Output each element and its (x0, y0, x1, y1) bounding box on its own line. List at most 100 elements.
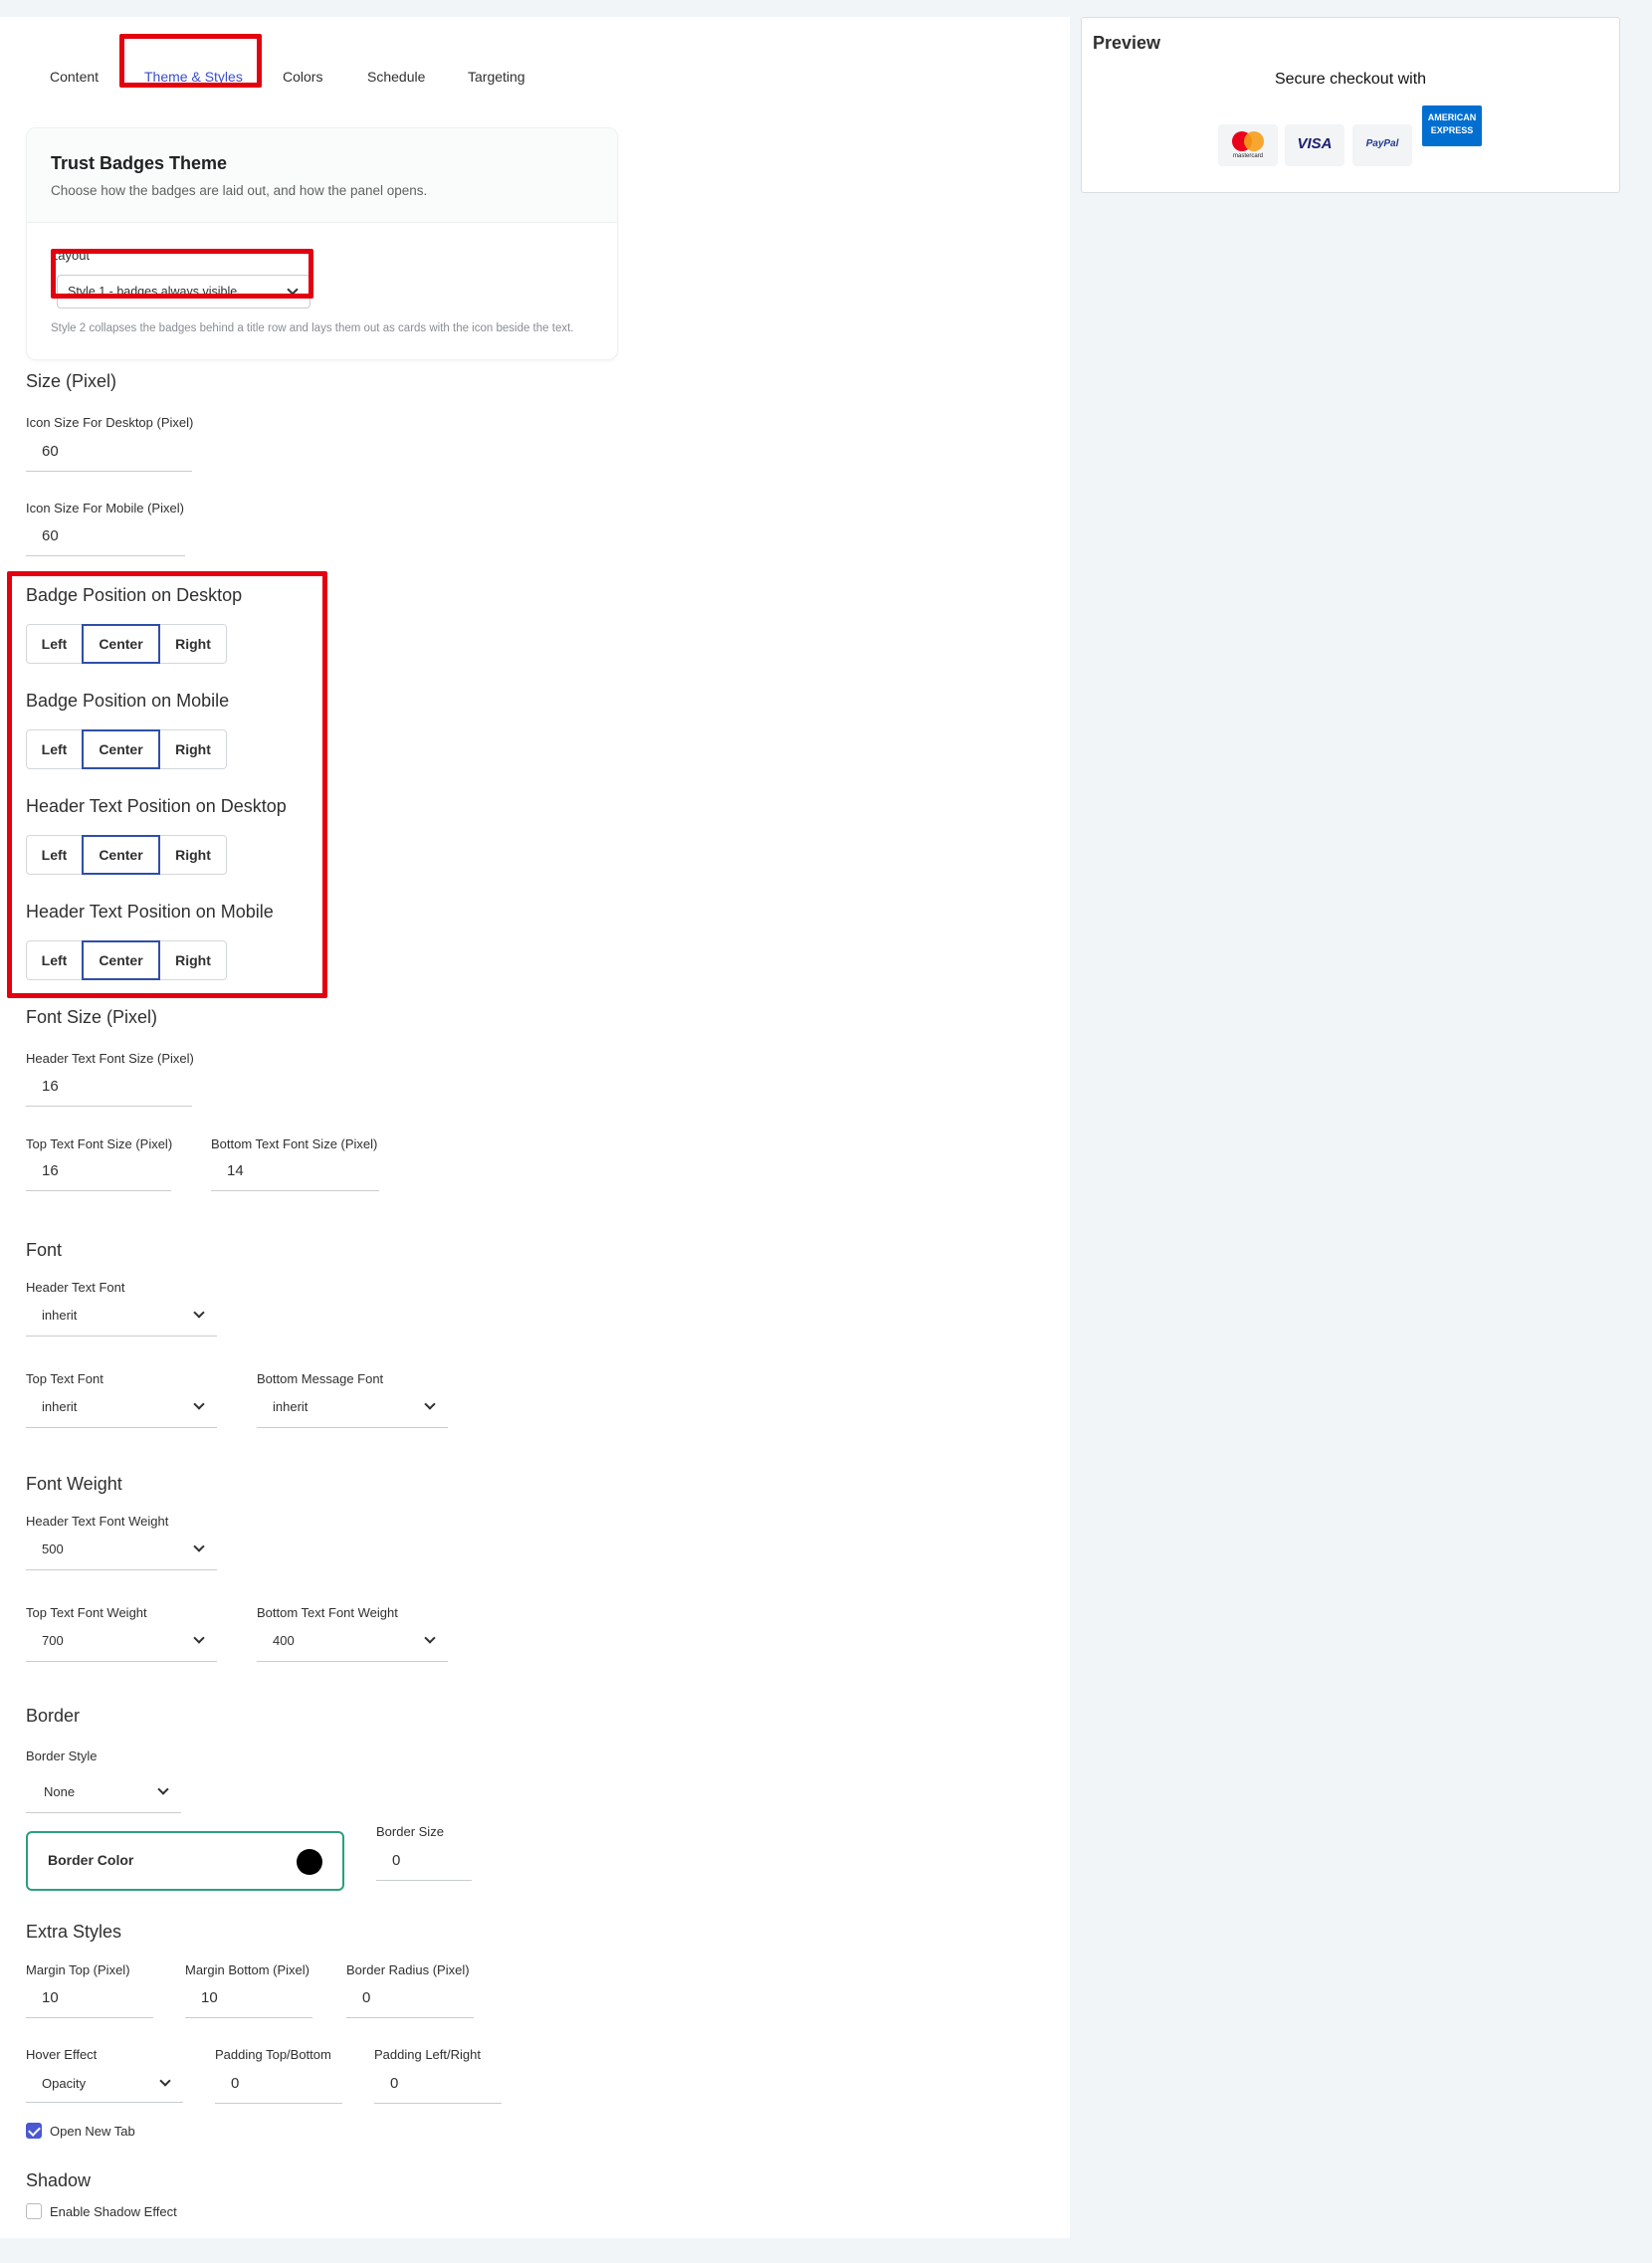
border-color-label: Border Color (48, 1852, 134, 1868)
open-new-tab-checkbox[interactable] (26, 2123, 42, 2139)
margin-bottom-input[interactable]: 10 (185, 1982, 312, 2018)
size-section-title: Size (Pixel) (26, 371, 117, 391)
chevron-down-icon (424, 1632, 436, 1644)
border-color-picker[interactable]: Border Color (26, 1831, 344, 1891)
shadow-section-title: Shadow (26, 2170, 92, 2190)
layout-hint: Style 2 collapses the badges behind a ti… (51, 322, 574, 334)
padding-lr-label: Padding Left/Right (374, 2047, 481, 2062)
font-weight-section-title: Font Weight (26, 1474, 122, 1494)
header-font-size-label: Header Text Font Size (Pixel) (26, 1051, 194, 1066)
top-font-size-input[interactable]: 16 (26, 1155, 171, 1191)
bottom-font-value: inherit (273, 1399, 309, 1414)
bottom-font-weight-value: 400 (273, 1633, 295, 1648)
chevron-down-icon (193, 1541, 205, 1552)
top-font-select[interactable]: inherit (26, 1388, 217, 1428)
border-style-label: Border Style (26, 1749, 98, 1763)
font-section-title: Font (26, 1240, 63, 1260)
chevron-down-icon (424, 1398, 436, 1410)
bottom-font-select[interactable]: inherit (257, 1388, 448, 1428)
badge-position-desktop-center[interactable]: Center (82, 624, 160, 664)
enable-shadow-checkbox[interactable] (26, 2203, 42, 2219)
border-section-title: Border (26, 1706, 81, 1726)
icon-size-desktop-input[interactable]: 60 (26, 436, 192, 472)
preview-title: Preview (1093, 33, 1161, 53)
extra-styles-section-title: Extra Styles (26, 1922, 122, 1942)
bottom-font-label: Bottom Message Font (257, 1371, 384, 1386)
header-position-desktop-center[interactable]: Center (82, 835, 160, 875)
visa-text: VISA (1297, 135, 1333, 152)
hover-effect-value: Opacity (42, 2076, 87, 2091)
highlight-tab-box (119, 34, 262, 88)
open-new-tab-label: Open New Tab (50, 2124, 135, 2139)
tab-colors[interactable]: Colors (283, 69, 322, 85)
bottom-font-size-value: 14 (227, 1162, 244, 1179)
border-size-label: Border Size (376, 1824, 444, 1839)
chevron-down-icon (193, 1398, 205, 1410)
settings-panel: Content Theme & Styles Colors Schedule T… (0, 17, 1070, 2238)
header-font-size-input[interactable]: 16 (26, 1071, 192, 1107)
margin-bottom-value: 10 (201, 1989, 218, 2006)
top-font-size-label: Top Text Font Size (Pixel) (26, 1136, 173, 1151)
bottom-font-weight-select[interactable]: 400 (257, 1622, 448, 1662)
border-radius-label: Border Radius (Pixel) (346, 1962, 470, 1977)
tab-targeting[interactable]: Targeting (468, 69, 525, 85)
top-font-weight-value: 700 (42, 1633, 64, 1648)
preview-panel: Preview Secure checkout with mastercard … (1081, 17, 1620, 193)
icon-size-mobile-label: Icon Size For Mobile (Pixel) (26, 501, 184, 515)
top-font-label: Top Text Font (26, 1371, 103, 1386)
border-size-value: 0 (392, 1852, 401, 1869)
border-size-input[interactable]: 0 (376, 1845, 472, 1881)
top-font-value: inherit (42, 1399, 78, 1414)
border-radius-input[interactable]: 0 (346, 1982, 474, 2018)
header-position-mobile-center[interactable]: Center (82, 940, 160, 980)
chevron-down-icon (157, 1783, 169, 1795)
visa-icon: VISA (1285, 124, 1344, 166)
border-style-select[interactable]: None (26, 1773, 181, 1813)
header-font-weight-select[interactable]: 500 (26, 1531, 217, 1570)
border-radius-value: 0 (362, 1989, 371, 2006)
margin-top-label: Margin Top (Pixel) (26, 1962, 130, 1977)
border-style-value: None (44, 1784, 76, 1799)
enable-shadow-label: Enable Shadow Effect (50, 2204, 177, 2219)
highlight-positions-box (7, 571, 327, 998)
theme-card-subtitle: Choose how the badges are laid out, and … (51, 183, 428, 198)
margin-bottom-label: Margin Bottom (Pixel) (185, 1962, 310, 1977)
theme-card: Trust Badges Theme Choose how the badges… (26, 127, 618, 360)
chevron-down-icon (193, 1632, 205, 1644)
highlight-layout-box (51, 249, 313, 299)
top-font-weight-label: Top Text Font Weight (26, 1605, 147, 1620)
header-font-weight-value: 500 (42, 1542, 64, 1556)
padding-lr-input[interactable]: 0 (374, 2068, 502, 2104)
margin-top-input[interactable]: 10 (26, 1982, 153, 2018)
tab-schedule[interactable]: Schedule (367, 69, 425, 85)
hover-effect-select[interactable]: Opacity (26, 2063, 183, 2103)
top-font-weight-select[interactable]: 700 (26, 1622, 217, 1662)
font-size-section-title: Font Size (Pixel) (26, 1007, 158, 1027)
icon-size-mobile-input[interactable]: 60 (26, 520, 185, 556)
header-font-select[interactable]: inherit (26, 1297, 217, 1337)
chevron-down-icon (159, 2075, 171, 2087)
preview-heading: Secure checkout with (1274, 71, 1427, 88)
padding-tb-value: 0 (231, 2075, 240, 2092)
icon-size-desktop-value: 60 (42, 443, 59, 460)
tab-content[interactable]: Content (50, 69, 99, 85)
mastercard-text: mastercard (1232, 153, 1263, 159)
paypal-icon: PayPal (1352, 124, 1412, 166)
top-font-size-value: 16 (42, 1162, 59, 1179)
amex-icon: AMERICAN EXPRESS (1422, 105, 1482, 146)
theme-card-header (27, 128, 617, 223)
margin-top-value: 10 (42, 1989, 59, 2006)
paypal-text: PayPal (1365, 138, 1399, 149)
bottom-font-size-label: Bottom Text Font Size (Pixel) (211, 1136, 378, 1151)
icon-size-desktop-label: Icon Size For Desktop (Pixel) (26, 415, 194, 430)
badge-position-mobile-center[interactable]: Center (82, 729, 160, 769)
mastercard-icon: mastercard (1218, 124, 1278, 166)
padding-tb-input[interactable]: 0 (215, 2068, 342, 2104)
header-font-weight-label: Header Text Font Weight (26, 1514, 169, 1529)
padding-tb-label: Padding Top/Bottom (215, 2047, 331, 2062)
bottom-font-weight-label: Bottom Text Font Weight (257, 1605, 398, 1620)
icon-size-mobile-value: 60 (42, 527, 59, 544)
header-font-value: inherit (42, 1308, 78, 1323)
bottom-font-size-input[interactable]: 14 (211, 1155, 379, 1191)
hover-effect-label: Hover Effect (26, 2047, 98, 2062)
